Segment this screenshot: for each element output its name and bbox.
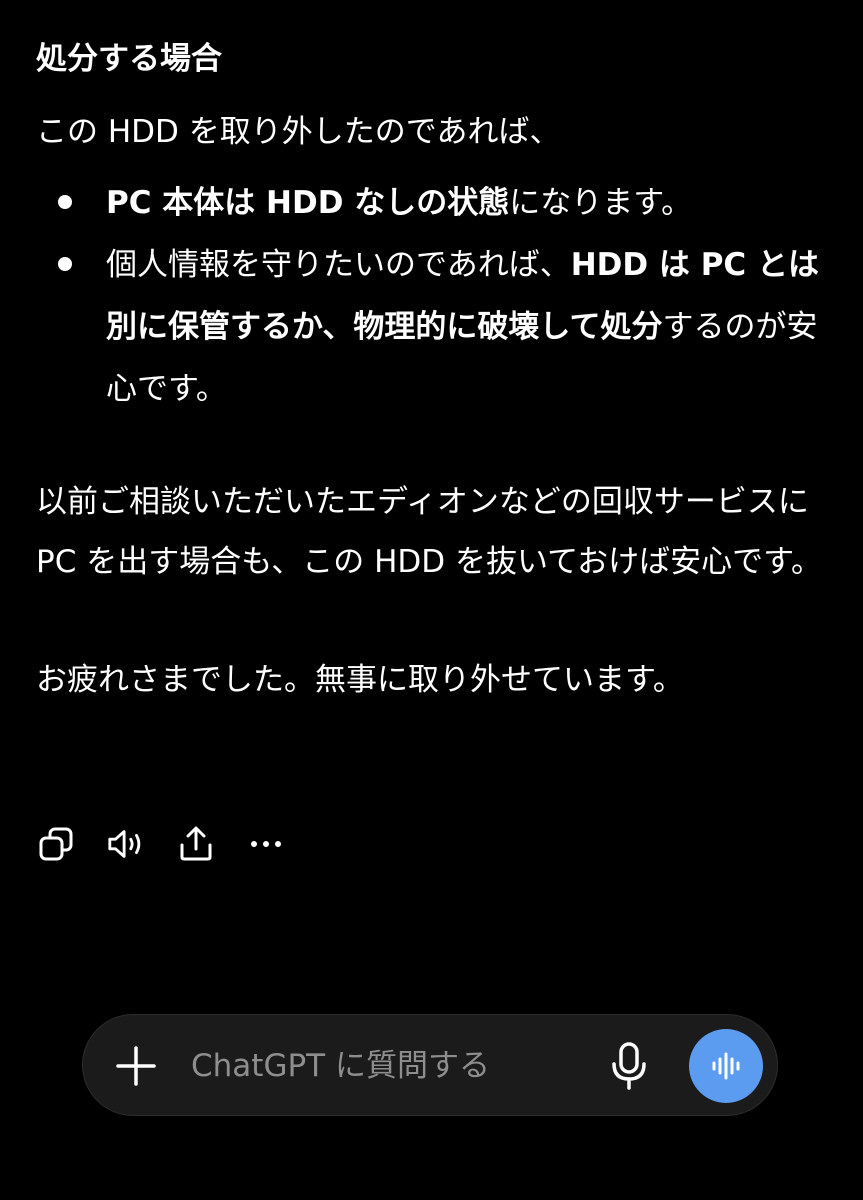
bullet-dot (58, 195, 72, 209)
section-heading: 処分する場合 (36, 41, 222, 77)
message-actions (36, 824, 316, 864)
bullet-bold-text: PC 本体は HDD なしの状態 (106, 185, 510, 221)
read-aloud-button[interactable] (106, 824, 146, 864)
waveform-icon (712, 1052, 740, 1080)
more-icon (251, 841, 281, 847)
prompt-input[interactable] (191, 1041, 581, 1091)
bullet-list: PC 本体は HDD なしの状態になります。 個人情報を守りたいのであれば、HD… (36, 172, 836, 420)
bullet-item: 個人情報を守りたいのであれば、HDD は PC とは別に保管するか、物理的に破壊… (36, 234, 836, 420)
bullet-item: PC 本体は HDD なしの状態になります。 (36, 172, 836, 234)
plus-icon (116, 1046, 156, 1086)
closing-paragraph: お疲れさまでした。無事に取り外せています。 (36, 662, 684, 698)
bullet-text: になります。 (509, 185, 693, 221)
add-attachment-button[interactable] (113, 1043, 159, 1089)
microphone-icon (612, 1042, 646, 1090)
more-button[interactable] (246, 824, 286, 864)
copy-button[interactable] (36, 824, 76, 864)
read-aloud-icon (108, 830, 141, 858)
bullet-text: 個人情報を守りたいのであれば、 (106, 247, 571, 283)
assistant-message: 処分する場合 この HDD を取り外したのであれば、 PC 本体は HDD なし… (36, 30, 836, 710)
paragraph: 以前ご相談いただいたエディオンなどの回収サービスに PC を出す場合も、この H… (36, 484, 823, 580)
share-icon (180, 826, 212, 861)
bullet-dot (58, 257, 72, 271)
share-button[interactable] (176, 824, 216, 864)
voice-mode-button[interactable] (689, 1029, 763, 1103)
intro-text: この HDD を取り外したのであれば、 (36, 114, 561, 150)
copy-icon (39, 827, 73, 861)
dictate-button[interactable] (603, 1039, 655, 1093)
composer (82, 1014, 778, 1116)
